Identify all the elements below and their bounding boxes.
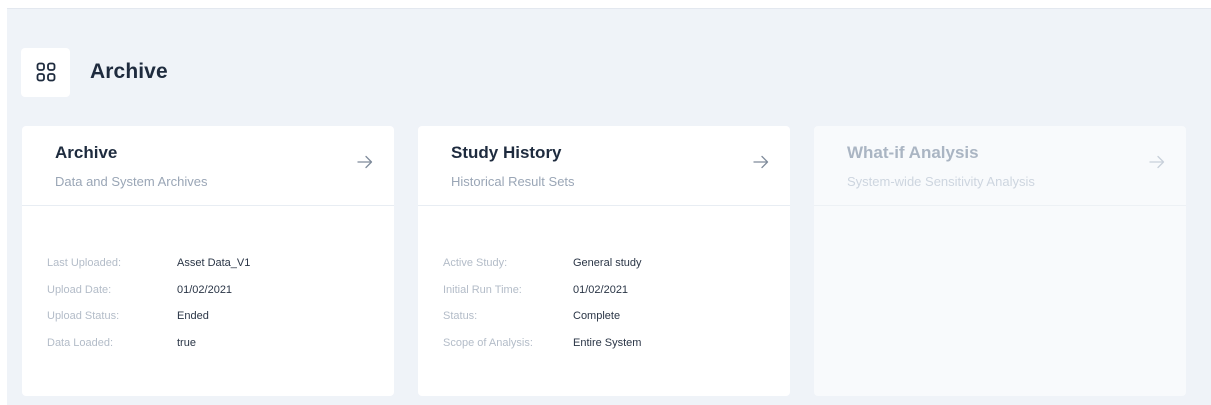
card-title: Study History (451, 143, 562, 162)
arrow-right-icon[interactable] (356, 153, 374, 171)
card-header: Archive Data and System Archives (22, 126, 394, 206)
detail-value: 01/02/2021 (177, 283, 233, 296)
study-history-card[interactable]: Study History Historical Result Sets Act… (418, 126, 790, 396)
arrow-right-icon[interactable] (752, 153, 770, 171)
detail-row: Scope of Analysis: Entire System (443, 330, 790, 357)
archive-panel: Archive Archive Data and System Archives… (7, 8, 1211, 405)
detail-label: Initial Run Time: (443, 283, 522, 296)
detail-row: Upload Status: Ended (47, 303, 394, 330)
card-header: Study History Historical Result Sets (418, 126, 790, 206)
card-details: Last Uploaded: Asset Data_V1 Upload Date… (22, 206, 394, 356)
detail-row: Status: Complete (443, 303, 790, 330)
detail-value: Entire System (573, 336, 642, 349)
page-header: Archive (21, 47, 168, 97)
card-header: What-if Analysis System-wide Sensitivity… (814, 126, 1186, 206)
card-details (814, 206, 1186, 250)
card-details: Active Study: General study Initial Run … (418, 206, 790, 356)
arrow-right-icon (1149, 155, 1165, 169)
detail-label: Upload Status: (47, 310, 120, 323)
detail-row: Active Study: General study (443, 250, 790, 277)
detail-label: Scope of Analysis: (443, 336, 533, 349)
page-title: Archive (90, 60, 168, 83)
card-title: Archive (55, 143, 118, 162)
detail-value: true (177, 336, 196, 349)
detail-value: Asset Data_V1 (177, 257, 251, 270)
archive-card[interactable]: Archive Data and System Archives Last Up… (22, 126, 394, 396)
card-subtitle: Historical Result Sets (451, 174, 575, 189)
detail-row: Initial Run Time: 01/02/2021 (443, 277, 790, 304)
card-title: What-if Analysis (847, 143, 979, 162)
detail-label: Last Uploaded: (47, 257, 121, 270)
what-if-analysis-card: What-if Analysis System-wide Sensitivity… (814, 126, 1186, 396)
card-subtitle: System-wide Sensitivity Analysis (847, 174, 1035, 189)
card-subtitle: Data and System Archives (55, 174, 208, 189)
detail-row: Data Loaded: true (47, 330, 394, 357)
detail-label: Data Loaded: (47, 336, 114, 349)
detail-value: 01/02/2021 (573, 283, 629, 296)
detail-label: Status: (443, 310, 478, 323)
detail-label: Active Study: (443, 257, 508, 270)
detail-row: Upload Date: 01/02/2021 (47, 277, 394, 304)
detail-value: Ended (177, 310, 209, 323)
detail-value: Complete (573, 310, 621, 323)
grid-icon (21, 47, 70, 97)
detail-value: General study (573, 257, 642, 270)
detail-row: Last Uploaded: Asset Data_V1 (47, 250, 394, 277)
detail-label: Upload Date: (47, 283, 112, 296)
